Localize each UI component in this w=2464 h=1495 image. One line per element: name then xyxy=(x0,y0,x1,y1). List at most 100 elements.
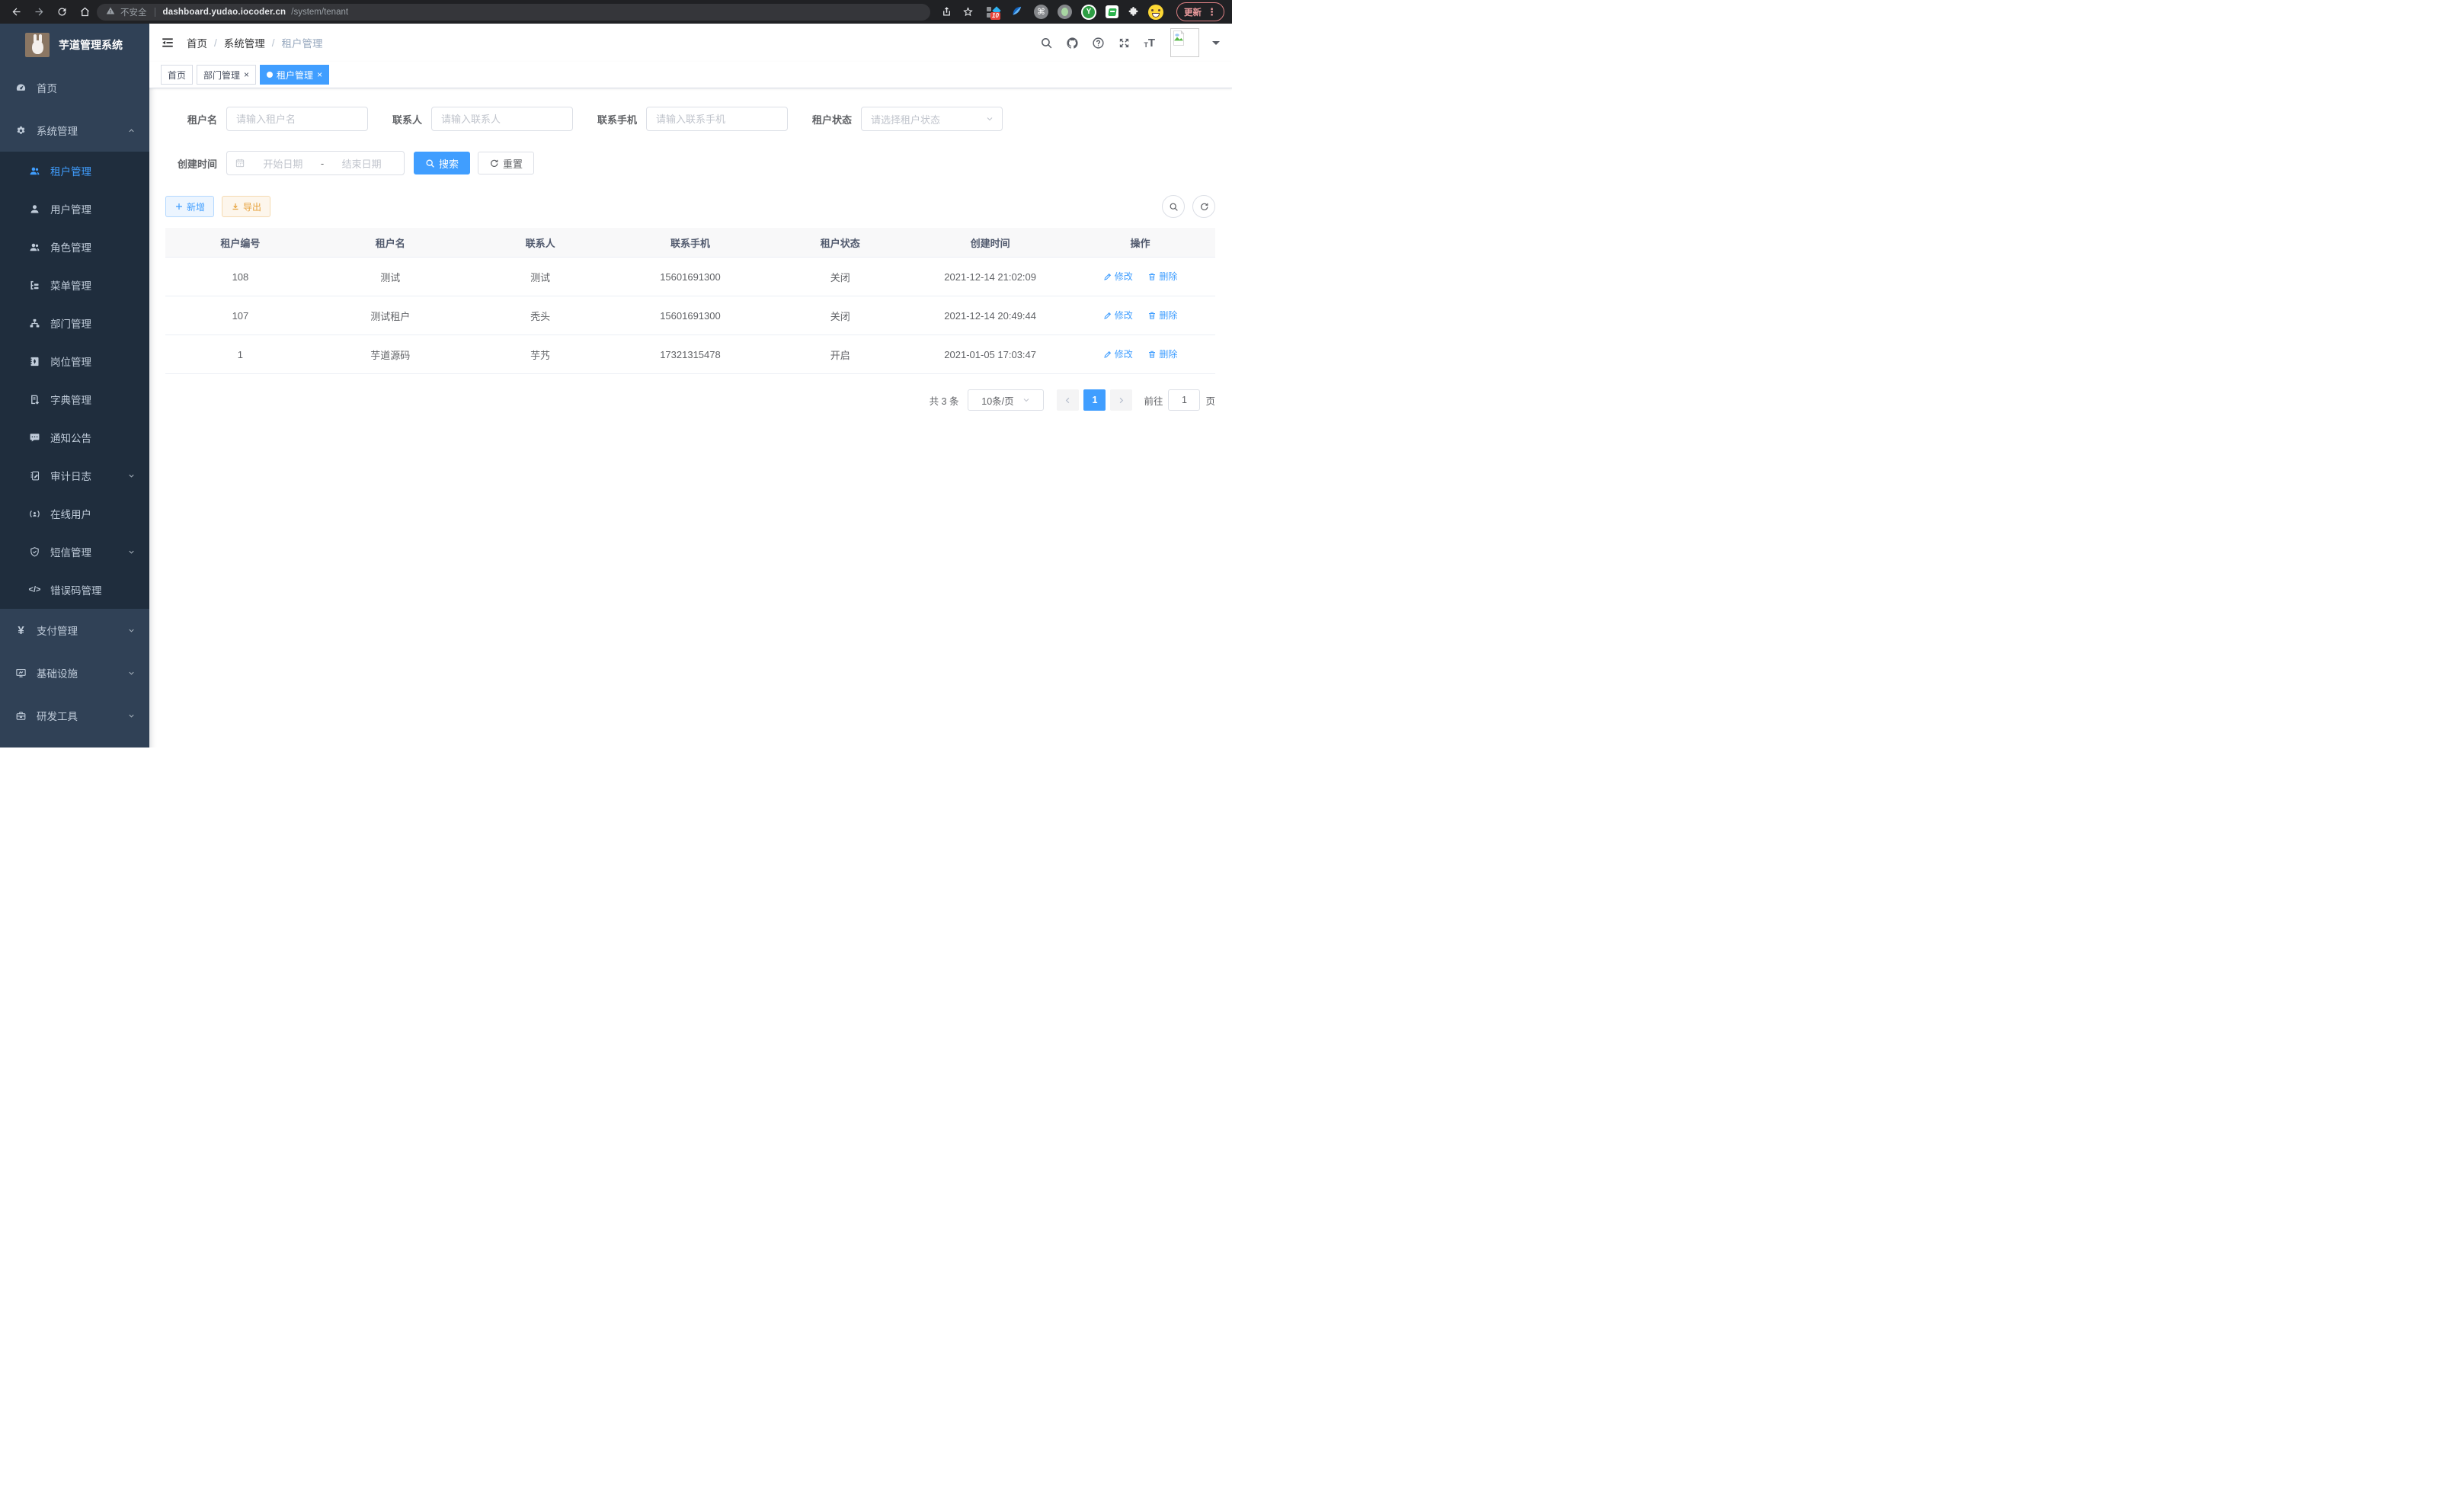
browser-menu-dots-icon[interactable]: ⋮ xyxy=(1207,6,1217,18)
table-row: 107 测试租户 秃头 15601691300 关闭 2021-12-14 20… xyxy=(165,296,1215,335)
edit-link[interactable]: 修改 xyxy=(1103,347,1133,360)
sidebar-item-dept[interactable]: 部门管理 xyxy=(0,304,149,342)
sidebar-item-role[interactable]: 角色管理 xyxy=(0,228,149,266)
edit-link[interactable]: 修改 xyxy=(1103,270,1133,283)
breadcrumb-separator: / xyxy=(214,37,217,49)
sidebar-item-pay[interactable]: ¥ 支付管理 xyxy=(0,609,149,651)
update-button[interactable]: 更新 ⋮ xyxy=(1176,2,1224,21)
tenant-table: 租户编号 租户名 联系人 联系手机 租户状态 创建时间 操作 108 测试 xyxy=(165,228,1215,374)
page: 不安全 dashboard.yudao.iocoder.cn/system/te… xyxy=(0,0,1232,748)
breadcrumb-separator: / xyxy=(272,37,275,49)
ext-kite-icon[interactable] xyxy=(1011,5,1025,19)
status-value: 开启 xyxy=(765,335,915,374)
col-actions: 操作 xyxy=(1065,228,1215,258)
breadcrumb-system[interactable]: 系统管理 xyxy=(224,35,265,50)
reset-button[interactable]: 重置 xyxy=(478,152,534,174)
sidebar-item-errorcode[interactable]: </> 错误码管理 xyxy=(0,571,149,609)
contact-input[interactable] xyxy=(431,107,573,131)
sidebar-item-sms[interactable]: 短信管理 xyxy=(0,533,149,571)
start-date-placeholder: 开始日期 xyxy=(248,156,318,171)
table-toolbar: 新增 导出 xyxy=(165,195,1215,218)
chevron-down-icon xyxy=(127,548,136,556)
chevron-down-icon xyxy=(127,712,136,720)
browser-nav xyxy=(11,6,91,18)
github-icon[interactable] xyxy=(1066,37,1079,50)
profile-avatar-icon[interactable] xyxy=(1148,5,1163,20)
sidebar-item-online[interactable]: 在线用户 xyxy=(0,495,149,533)
hamburger-collapse-icon[interactable] xyxy=(161,36,174,50)
search-icon[interactable] xyxy=(1040,37,1053,50)
reload-icon[interactable] xyxy=(56,6,68,18)
page-1-button[interactable]: 1 xyxy=(1083,389,1106,411)
col-tenant-id: 租户编号 xyxy=(165,228,315,258)
table-row: 1 芋道源码 芋艿 17321315478 开启 2021-01-05 17:0… xyxy=(165,335,1215,374)
col-contact: 联系人 xyxy=(466,228,616,258)
log-edit-icon xyxy=(29,470,40,482)
page-size-select[interactable]: 10条/页 xyxy=(968,389,1044,411)
sidebar-item-tenant[interactable]: 租户管理 xyxy=(0,152,149,190)
sidebar-item-user[interactable]: 用户管理 xyxy=(0,190,149,228)
toggle-search-button[interactable] xyxy=(1162,195,1185,218)
status-value: 关闭 xyxy=(765,296,915,335)
chevron-left-icon xyxy=(1064,396,1072,405)
end-date-placeholder: 结束日期 xyxy=(327,156,396,171)
trash-icon xyxy=(1147,350,1157,359)
date-range-picker[interactable]: 开始日期 - 结束日期 xyxy=(226,151,405,175)
delete-link[interactable]: 删除 xyxy=(1147,270,1177,283)
export-button[interactable]: 导出 xyxy=(222,196,270,217)
extensions-puzzle-icon[interactable] xyxy=(1128,6,1139,18)
delete-link[interactable]: 删除 xyxy=(1147,309,1177,322)
tab-dept[interactable]: 部门管理 × xyxy=(197,65,256,85)
page-unit-label: 页 xyxy=(1205,393,1215,408)
status-select[interactable]: 请选择租户状态 xyxy=(861,107,1003,131)
back-icon[interactable] xyxy=(11,6,22,18)
toolbar-right xyxy=(1162,195,1215,218)
sidebar-logo[interactable]: 芋道管理系统 xyxy=(0,24,149,66)
font-size-icon[interactable]: TT xyxy=(1144,37,1155,49)
ext-greendot-icon[interactable] xyxy=(1058,5,1072,19)
ext-chat-icon[interactable] xyxy=(1106,5,1118,18)
goto-page-input[interactable] xyxy=(1168,389,1200,411)
sidebar-item-infra[interactable]: 基础设施 xyxy=(0,651,149,694)
share-icon[interactable] xyxy=(941,6,952,18)
avatar[interactable] xyxy=(1170,28,1199,57)
contact-label: 联系人 xyxy=(392,112,422,126)
breadcrumb-home[interactable]: 首页 xyxy=(187,35,207,50)
help-icon[interactable] xyxy=(1092,37,1105,50)
users-icon xyxy=(29,165,40,177)
edit-link[interactable]: 修改 xyxy=(1103,309,1133,322)
tab-tenant-active[interactable]: 租户管理 × xyxy=(260,65,329,85)
avatar-caret-icon[interactable] xyxy=(1212,41,1220,49)
security-label: 不安全 xyxy=(120,6,147,18)
next-page-button[interactable] xyxy=(1110,389,1132,411)
tenant-name-input[interactable] xyxy=(226,107,368,131)
sidebar-item-dict[interactable]: 字典管理 xyxy=(0,380,149,418)
user-icon xyxy=(29,203,40,215)
home-icon[interactable] xyxy=(79,6,91,18)
close-icon[interactable]: × xyxy=(317,69,322,80)
toolbox-icon xyxy=(15,710,27,722)
search-button[interactable]: 搜索 xyxy=(414,152,470,174)
sidebar-item-system[interactable]: 系统管理 xyxy=(0,109,149,152)
bookmark-star-icon[interactable] xyxy=(962,6,974,18)
sidebar-item-menu[interactable]: 菜单管理 xyxy=(0,266,149,304)
sidebar-item-auditlog[interactable]: 审计日志 xyxy=(0,456,149,495)
sidebar-item-post[interactable]: 岗位管理 xyxy=(0,342,149,380)
close-icon[interactable]: × xyxy=(244,69,249,80)
refresh-button[interactable] xyxy=(1192,195,1215,218)
forward-icon[interactable] xyxy=(34,6,45,18)
delete-link[interactable]: 删除 xyxy=(1147,347,1177,360)
ext-diamond-icon[interactable]: 10 xyxy=(987,5,1002,19)
tab-home[interactable]: 首页 xyxy=(161,65,193,85)
sidebar-item-home[interactable]: 首页 xyxy=(0,66,149,109)
ext-y-icon[interactable]: Y xyxy=(1081,5,1096,20)
ext-command-icon[interactable]: ⌘ xyxy=(1034,5,1048,19)
tree-list-icon xyxy=(29,280,40,291)
fullscreen-icon[interactable] xyxy=(1118,37,1131,50)
url-bar[interactable]: 不安全 dashboard.yudao.iocoder.cn/system/te… xyxy=(97,4,930,21)
add-button[interactable]: 新增 xyxy=(165,196,214,217)
sidebar-item-notice[interactable]: 通知公告 xyxy=(0,418,149,456)
mobile-input[interactable] xyxy=(646,107,788,131)
sidebar-item-devtools[interactable]: 研发工具 xyxy=(0,694,149,737)
prev-page-button[interactable] xyxy=(1057,389,1079,411)
